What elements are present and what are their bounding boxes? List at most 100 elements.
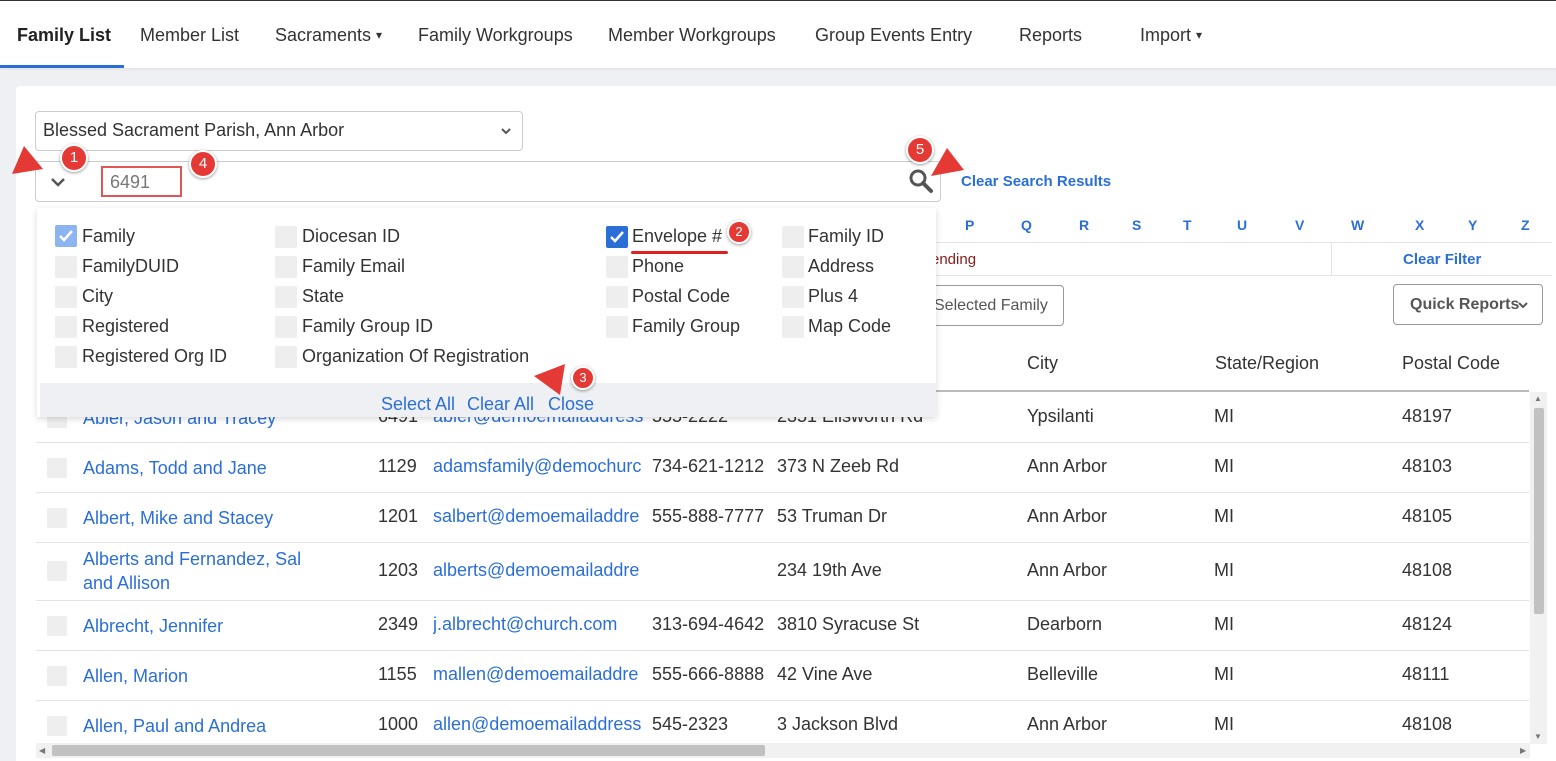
field-checkbox[interactable] (275, 346, 297, 368)
alpha-filter-letter[interactable]: S (1132, 217, 1141, 233)
address-cell: 3 Jackson Blvd (777, 714, 899, 734)
quick-reports-button[interactable]: Quick Reports (1393, 284, 1543, 325)
email-link[interactable]: j.albrecht@church.com (433, 614, 645, 635)
alpha-filter-letter[interactable]: Z (1521, 217, 1530, 233)
field-checkbox[interactable] (275, 316, 297, 338)
table-row[interactable]: Albrecht, Jennifer 2349 j.albrecht@churc… (36, 601, 1529, 651)
field-checkbox[interactable] (55, 286, 77, 308)
postal-cell: 48111 (1402, 664, 1450, 684)
tab-member-list[interactable]: Member List (140, 25, 239, 46)
tab-import[interactable]: Import ▾ (1140, 25, 1202, 46)
email-link[interactable]: mallen@demoemailaddre (433, 664, 645, 685)
email-link[interactable]: salbert@demoemailaddre (433, 506, 645, 527)
state-cell: MI (1214, 664, 1234, 684)
clear-search-results-link[interactable]: Clear Search Results (961, 173, 1111, 190)
table-row[interactable]: Allen, Paul and Andrea 1000 allen@demoem… (36, 701, 1529, 743)
alpha-filter-letter[interactable]: X (1415, 217, 1424, 233)
alpha-filter-letter[interactable]: Y (1468, 217, 1477, 233)
field-checkbox[interactable] (606, 256, 628, 278)
field-checkbox[interactable] (55, 346, 77, 368)
scrollbar-thumb[interactable] (1534, 408, 1544, 614)
tab-reports[interactable]: Reports (1019, 25, 1082, 46)
family-name-link[interactable]: Albert, Mike and Stacey (83, 506, 333, 530)
address-cell: 42 Vine Ave (777, 664, 873, 684)
column-header-city[interactable]: City (1027, 353, 1058, 374)
address-cell: 53 Truman Dr (777, 506, 888, 526)
envelope-cell: 1129 (378, 456, 417, 476)
select-all-link[interactable]: Select All (381, 394, 455, 415)
field-checkbox[interactable] (782, 286, 804, 308)
alpha-filter-letter[interactable]: T (1183, 217, 1192, 233)
family-name-link[interactable]: Alberts and Fernandez, Sal and Allison (83, 547, 333, 595)
family-name-link[interactable]: Albrecht, Jennifer (83, 614, 333, 638)
table-row[interactable]: Albert, Mike and Stacey 1201 salbert@dem… (36, 493, 1529, 543)
field-label: Organization Of Registration (302, 346, 530, 366)
scroll-up-icon[interactable]: ▲ (1534, 394, 1542, 403)
field-checkbox[interactable] (782, 316, 804, 338)
alpha-filter-letter[interactable]: U (1237, 217, 1247, 233)
row-checkbox[interactable] (47, 458, 67, 478)
field-checkbox[interactable] (275, 256, 297, 278)
tab-member-workgroups[interactable]: Member Workgroups (608, 25, 776, 46)
family-name-link[interactable]: Allen, Marion (83, 664, 333, 688)
row-checkbox[interactable] (47, 508, 67, 528)
field-checkbox[interactable] (606, 286, 628, 308)
tab-family-list[interactable]: Family List (17, 25, 111, 46)
row-checkbox[interactable] (47, 616, 67, 636)
postal-cell: 48105 (1402, 506, 1453, 526)
parish-select[interactable]: Blessed Sacrament Parish, Ann Arbor (35, 111, 523, 151)
tab-label: Member List (140, 25, 240, 45)
close-link[interactable]: Close (548, 394, 594, 415)
row-checkbox[interactable] (47, 666, 67, 686)
column-header-postal-code[interactable]: Postal Code (1402, 353, 1500, 374)
table-row[interactable]: Allen, Marion 1155 mallen@demoemailaddre… (36, 651, 1529, 701)
table-row[interactable]: Adams, Todd and Jane 1129 adamsfamily@de… (36, 443, 1529, 493)
postal-cell: 48108 (1402, 714, 1453, 734)
column-header-state[interactable]: State/Region (1215, 353, 1319, 374)
alpha-filter-letter[interactable]: V (1295, 217, 1304, 233)
field-checkbox[interactable] (55, 225, 77, 247)
alpha-filter-letter[interactable]: R (1079, 217, 1089, 233)
alpha-filter-letter[interactable]: Q (1021, 217, 1032, 233)
family-name-link[interactable]: Allen, Paul and Andrea (83, 714, 333, 738)
tab-group-events-entry[interactable]: Group Events Entry (815, 25, 972, 46)
email-link[interactable]: adamsfamily@demochurc (433, 456, 645, 477)
state-cell: MI (1214, 714, 1234, 734)
field-checkbox[interactable] (606, 226, 628, 248)
scroll-down-icon[interactable]: ▼ (1534, 732, 1542, 741)
row-checkbox[interactable] (47, 716, 67, 736)
vertical-scrollbar[interactable]: ▲ ▼ (1530, 392, 1547, 744)
clear-filter-link[interactable]: Clear Filter (1403, 251, 1481, 268)
tab-label: Reports (1019, 25, 1083, 45)
field-checkbox[interactable] (275, 226, 297, 248)
alpha-filter-letter[interactable]: W (1351, 217, 1364, 233)
field-checkbox[interactable] (606, 316, 628, 338)
field-label: Diocesan ID (302, 226, 401, 246)
tab-family-workgroups[interactable]: Family Workgroups (418, 25, 573, 46)
field-checkbox[interactable] (782, 256, 804, 278)
field-label: FamilyDUID (82, 256, 179, 276)
field-checkbox[interactable] (55, 256, 77, 278)
field-checkbox[interactable] (275, 286, 297, 308)
search-input[interactable]: 6491 (101, 166, 182, 197)
field-checkbox[interactable] (55, 316, 77, 338)
scroll-left-icon[interactable]: ◀ (39, 746, 45, 755)
field-checkbox[interactable] (782, 226, 804, 248)
family-name-link[interactable]: Adams, Todd and Jane (83, 456, 333, 480)
row-checkbox[interactable] (47, 561, 67, 581)
scroll-right-icon[interactable]: ▶ (1520, 746, 1526, 755)
table-row[interactable]: Alberts and Fernandez, Sal and Allison 1… (36, 543, 1529, 601)
field-label: Family Group (632, 316, 741, 336)
tab-sacraments[interactable]: Sacraments ▾ (275, 25, 382, 46)
alpha-filter-letter[interactable]: P (965, 217, 974, 233)
horizontal-scrollbar[interactable]: ◀ ▶ (36, 743, 1530, 758)
email-link[interactable]: alberts@demoemailaddre (433, 560, 645, 581)
selected-family-button[interactable]: Selected Family (915, 285, 1064, 326)
city-cell: Ann Arbor (1027, 506, 1108, 526)
pending-filter-label[interactable]: ending (931, 251, 976, 268)
clear-all-link[interactable]: Clear All (467, 394, 534, 415)
chevron-down-icon[interactable] (48, 174, 68, 190)
email-link[interactable]: allen@demoemailaddress (433, 714, 645, 735)
scrollbar-thumb[interactable] (52, 745, 765, 756)
postal-cell: 48108 (1402, 560, 1453, 580)
